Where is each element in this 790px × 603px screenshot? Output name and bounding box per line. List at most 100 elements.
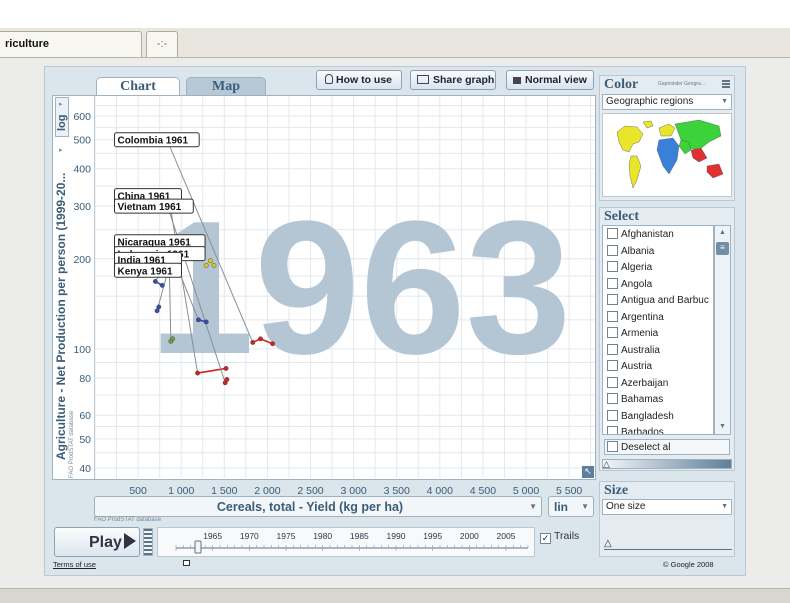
lightbulb-icon — [325, 74, 333, 84]
list-item[interactable]: Austria — [603, 358, 713, 375]
list-item[interactable]: Australia — [603, 342, 713, 359]
scroll-up-icon[interactable]: ▲ — [715, 226, 730, 240]
list-item-label: Argentina — [621, 311, 664, 323]
chevron-down-icon: ▼ — [721, 503, 728, 510]
list-item[interactable]: Barbados — [603, 424, 713, 435]
checkbox-icon[interactable] — [607, 277, 618, 289]
size-panel-title: Size — [604, 483, 629, 498]
world-map-icon — [616, 119, 724, 189]
play-label: Play — [89, 534, 122, 551]
normal-view-icon — [513, 77, 521, 84]
timeline-year-label: 1965 — [203, 531, 222, 541]
normal-view-label: Normal view — [525, 74, 587, 86]
copyright-text: © Google 2008 — [663, 560, 714, 569]
settings-small-box[interactable] — [183, 560, 190, 566]
checkbox-icon[interactable] — [607, 376, 618, 388]
timeline-year-label: 1970 — [240, 531, 259, 541]
plot-area-frame — [94, 95, 596, 480]
window-tab-agriculture[interactable]: riculture — [0, 31, 142, 57]
checkbox-icon[interactable] — [607, 228, 618, 239]
x-scale-selector[interactable]: lin ▼ — [548, 496, 594, 517]
checkbox-icon[interactable] — [607, 393, 618, 404]
deselect-checkbox-icon — [607, 441, 618, 452]
deselect-all-button[interactable]: Deselect al — [604, 439, 730, 455]
list-item-label: Albania — [621, 245, 655, 257]
list-item-label: Barbados — [621, 427, 664, 435]
share-graph-label: Share graph — [433, 74, 495, 86]
timeline-year-label: 1985 — [350, 531, 369, 541]
list-item-label: Bahamas — [621, 394, 664, 405]
slider-knob-icon[interactable]: △ — [604, 538, 612, 549]
time-slider[interactable]: 1965 1970 1975 1980 1985 1990 1995 2000 2005 — [157, 527, 535, 557]
browser-top-area — [0, 0, 790, 28]
size-dropdown[interactable]: One size ▼ — [602, 499, 732, 515]
x-axis-label: Cereals, total - Yield (kg per ha) — [216, 500, 404, 514]
list-item[interactable]: Argentina — [603, 309, 713, 326]
timeline-year-label: 1995 — [423, 531, 442, 541]
timeline-thumb — [194, 540, 202, 554]
color-panel-title: Color — [604, 77, 639, 92]
checkbox-icon[interactable] — [607, 310, 618, 322]
list-item-label: Afghanistan — [621, 229, 674, 240]
checkbox-icon[interactable] — [607, 409, 618, 421]
speed-slider[interactable] — [143, 528, 153, 556]
deselect-all-label: Deselect al — [621, 442, 671, 453]
scroll-thumb[interactable]: ≡ — [716, 242, 729, 255]
how-to-use-button[interactable]: How to use — [316, 70, 402, 90]
tab-map[interactable]: Map — [186, 77, 266, 97]
checkbox-icon[interactable] — [607, 261, 618, 272]
checkbox-icon[interactable] — [607, 343, 618, 355]
list-item[interactable]: Bangladesh — [603, 408, 713, 425]
checkbox-icon[interactable] — [607, 294, 618, 305]
share-graph-button[interactable]: Share graph — [410, 70, 496, 90]
list-item-label: Bangladesh — [621, 410, 674, 422]
checkbox-icon[interactable] — [607, 426, 618, 434]
list-item-label: Azerbaijan — [621, 377, 669, 389]
zoom-corner-icon[interactable]: ↖ — [582, 466, 594, 478]
terms-of-use-link[interactable]: Terms of use — [53, 560, 96, 569]
window-tab-strip: riculture -:- — [0, 28, 790, 58]
play-button[interactable]: Play — [54, 527, 140, 557]
play-icon — [123, 533, 136, 549]
size-slider[interactable]: △ — [604, 538, 732, 550]
list-item[interactable]: Armenia — [603, 325, 713, 342]
checkbox-icon[interactable] — [607, 327, 618, 338]
y-axis-label[interactable]: Agriculture - Net Production per person … — [54, 90, 68, 460]
list-item-label: Angola — [621, 278, 653, 290]
checkbox-icon[interactable] — [607, 360, 618, 371]
list-item[interactable]: Angola — [603, 276, 713, 293]
normal-view-button[interactable]: Normal view — [506, 70, 594, 90]
list-item-label: Algeria — [621, 262, 653, 273]
list-item[interactable]: Albania — [603, 243, 713, 260]
list-item[interactable]: Antigua and Barbuc — [603, 292, 713, 309]
color-author: Gapminder Geogra... — [658, 81, 705, 87]
timeline-year-label: 2005 — [497, 531, 516, 541]
scroll-down-icon[interactable]: ▼ — [715, 420, 730, 434]
list-scrollbar[interactable]: ▲ ≡ ▼ — [714, 225, 731, 435]
list-item[interactable]: Algeria — [603, 259, 713, 276]
chevron-down-icon: ▼ — [721, 98, 728, 105]
chevron-down-icon: ▼ — [529, 502, 537, 511]
checkbox-icon[interactable] — [607, 244, 618, 256]
list-item[interactable]: Azerbaijan — [603, 375, 713, 392]
opacity-slider[interactable]: △ — [602, 459, 732, 469]
list-item[interactable]: Afghanistan — [603, 226, 713, 243]
x-scale-label: lin — [554, 500, 568, 514]
list-item[interactable]: Bahamas — [603, 391, 713, 408]
how-to-use-label: How to use — [336, 74, 393, 86]
size-dropdown-value: One size — [606, 501, 646, 512]
timeline-year-label: 2000 — [460, 531, 479, 541]
x-axis-selector[interactable]: Cereals, total - Yield (kg per ha) ▼ — [94, 496, 542, 517]
chevron-down-icon: ▼ — [581, 502, 589, 511]
menu-icon[interactable] — [722, 80, 730, 88]
country-list: Afghanistan Albania Algeria Angola Antigua a… — [602, 225, 714, 435]
x-source-note: FAO ProdSTAT database — [94, 517, 162, 523]
color-dropdown[interactable]: Geographic regions ▼ — [602, 94, 732, 110]
window-tab-new[interactable]: -:- — [146, 31, 178, 57]
list-item-label: Armenia — [621, 328, 659, 339]
world-region-map[interactable] — [602, 113, 732, 197]
timeline-year-label: 1990 — [387, 531, 406, 541]
slider-knob-icon[interactable]: △ — [603, 459, 610, 470]
envelope-icon — [417, 75, 429, 84]
trails-checkbox[interactable]: ✓ Trails — [540, 530, 579, 544]
